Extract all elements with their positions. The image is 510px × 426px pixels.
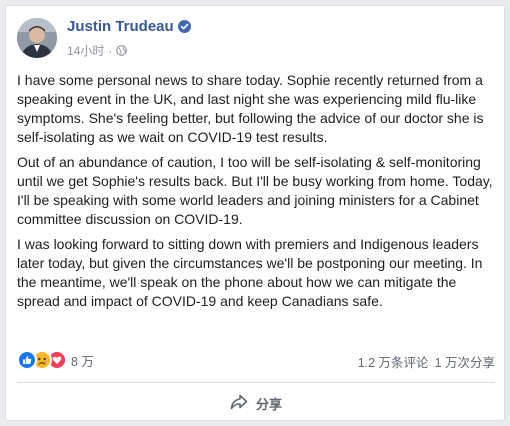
post-stats: 8 万 1.2 万条评论 1 万次分享 <box>17 347 495 371</box>
post-paragraph: I have some personal news to share today… <box>17 72 484 145</box>
post-header: Justin Trudeau 14小时 · <box>17 18 487 70</box>
reaction-count[interactable]: 8 万 <box>71 351 94 370</box>
share-button[interactable]: 分享 <box>220 390 292 417</box>
reactions-summary[interactable]: 8 万 <box>17 350 94 370</box>
post-actions: 分享 <box>17 388 495 418</box>
share-arrow-icon <box>230 394 248 413</box>
post-meta: 14小时 · <box>67 42 128 59</box>
engagement-counts: 1.2 万条评论 1 万次分享 <box>358 352 495 371</box>
verified-badge-icon <box>177 20 191 33</box>
post-text: I have some personal news to share today… <box>17 71 495 317</box>
share-label: 分享 <box>255 396 282 412</box>
author-name[interactable]: Justin Trudeau <box>67 18 174 35</box>
like-icon <box>17 350 37 370</box>
post-paragraph: Out of an abundance of caution, I too wi… <box>17 154 493 227</box>
post-timestamp-link[interactable]: 14小时 <box>67 42 104 59</box>
avatar[interactable] <box>17 18 57 58</box>
meta-separator: · <box>108 43 113 58</box>
author-name-link[interactable]: Justin Trudeau <box>67 18 191 35</box>
shares-count-link[interactable]: 1 万次分享 <box>435 352 495 371</box>
globe-icon[interactable] <box>116 45 128 56</box>
divider <box>17 382 495 383</box>
post-card: Justin Trudeau 14小时 · I have some person… <box>5 5 505 421</box>
post-paragraph: I was looking forward to sitting down wi… <box>17 236 483 309</box>
comments-count-link[interactable]: 1.2 万条评论 <box>358 352 429 371</box>
